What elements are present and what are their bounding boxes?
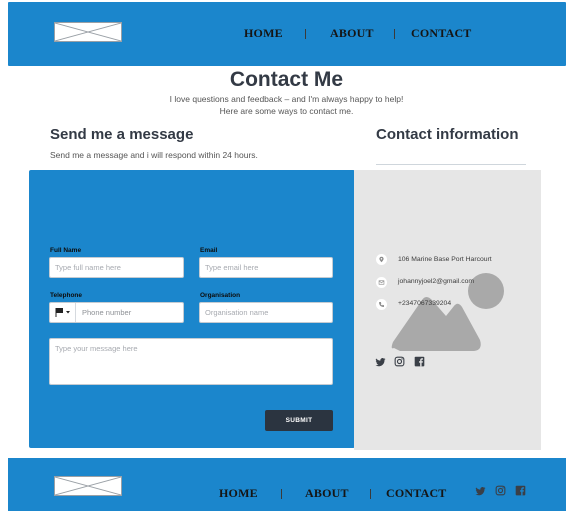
footer-logo-placeholder-icon[interactable] bbox=[54, 476, 122, 496]
envelope-icon bbox=[376, 277, 387, 288]
email-input[interactable] bbox=[199, 257, 333, 278]
email-text[interactable]: johannyjoel2@gmail.com bbox=[398, 278, 474, 285]
message-section-subheading: Send me a message and i will respond wit… bbox=[50, 150, 258, 160]
location-pin-icon bbox=[376, 254, 387, 265]
telephone-label: Telephone bbox=[50, 292, 83, 299]
address-text: 106 Marine Base Port Harcourt bbox=[398, 256, 492, 263]
footer-nav-contact-link[interactable]: CONTACT bbox=[386, 486, 447, 501]
footer-nav-divider bbox=[281, 489, 282, 499]
organisation-input[interactable] bbox=[199, 302, 333, 323]
footer-nav-about-link[interactable]: ABOUT bbox=[305, 486, 349, 501]
nav-contact-link[interactable]: CONTACT bbox=[411, 26, 472, 41]
page-subtitle-second: Here are some ways to contact me. bbox=[219, 106, 354, 116]
footer-instagram-icon[interactable] bbox=[495, 485, 506, 496]
info-section-heading: Contact information bbox=[376, 126, 519, 143]
info-divider bbox=[376, 164, 526, 165]
twitter-icon[interactable] bbox=[375, 357, 386, 368]
phone-text[interactable]: +2347067339204 bbox=[398, 300, 451, 307]
flag-icon bbox=[55, 308, 70, 317]
logo-placeholder-icon[interactable] bbox=[54, 22, 122, 42]
site-footer: HOME ABOUT CONTACT bbox=[8, 458, 566, 511]
nav-home-link[interactable]: HOME bbox=[244, 26, 283, 41]
page-subtitle: I love questions and feedback – and I'm … bbox=[169, 94, 404, 104]
site-header: HOME ABOUT CONTACT bbox=[8, 2, 566, 66]
telephone-input[interactable] bbox=[77, 303, 182, 322]
footer-twitter-icon[interactable] bbox=[475, 486, 486, 497]
telephone-field bbox=[49, 302, 184, 323]
phone-icon bbox=[376, 299, 387, 310]
full-name-label: Full Name bbox=[50, 247, 82, 254]
facebook-icon[interactable] bbox=[414, 356, 425, 367]
full-name-input[interactable] bbox=[49, 257, 184, 278]
country-flag-dropdown[interactable] bbox=[50, 303, 76, 322]
email-label: Email bbox=[200, 247, 218, 254]
organisation-label: Organisation bbox=[200, 292, 241, 299]
submit-button[interactable]: SUBMIT bbox=[265, 410, 333, 431]
footer-nav-divider bbox=[370, 489, 371, 499]
instagram-icon[interactable] bbox=[394, 356, 405, 367]
nav-divider bbox=[305, 29, 306, 39]
page-title: Contact Me bbox=[229, 68, 344, 91]
message-textarea[interactable] bbox=[49, 338, 333, 385]
nav-about-link[interactable]: ABOUT bbox=[330, 26, 374, 41]
nav-divider bbox=[394, 29, 395, 39]
message-section-heading: Send me a message bbox=[50, 126, 194, 143]
footer-facebook-icon[interactable] bbox=[515, 485, 526, 496]
footer-nav-home-link[interactable]: HOME bbox=[219, 486, 258, 501]
